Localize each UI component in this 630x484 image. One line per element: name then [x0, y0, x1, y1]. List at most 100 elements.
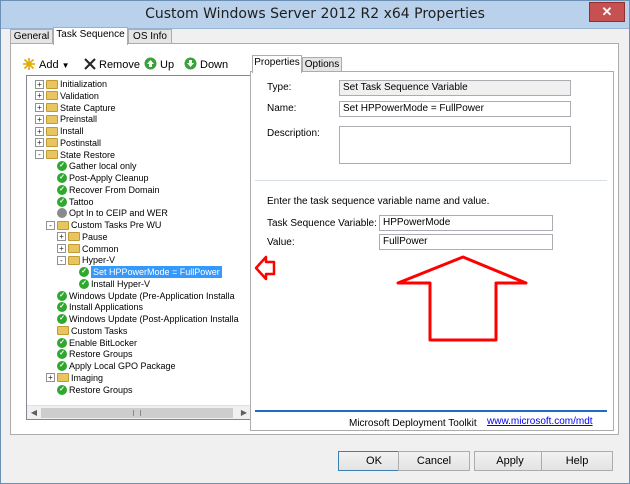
- tree-item[interactable]: ✓ Enable BitLocker: [57, 337, 137, 349]
- tree-item-label: Install Applications: [69, 302, 144, 313]
- value-label: Value:: [267, 237, 295, 248]
- expand-icon[interactable]: +: [46, 373, 55, 383]
- down-button[interactable]: Down: [184, 56, 228, 74]
- tree-item[interactable]: ✓ Windows Update (Post-Application Instal…: [57, 313, 239, 325]
- scrollbar-thumb[interactable]: [41, 408, 233, 418]
- scroll-right-icon[interactable]: ▶: [239, 408, 249, 418]
- tab-properties[interactable]: Properties: [252, 55, 302, 73]
- name-label: Name:: [267, 103, 297, 114]
- gear-icon: [57, 208, 67, 219]
- tree-item[interactable]: ✓ Install Hyper-V: [79, 278, 150, 290]
- check-icon: ✓: [57, 384, 67, 395]
- expand-icon[interactable]: +: [57, 244, 66, 253]
- window-title: Custom Windows Server 2012 R2 x64 Proper…: [145, 6, 485, 22]
- tree-item-label: Common: [82, 243, 119, 254]
- tree-item-label: Install Hyper-V: [91, 278, 151, 289]
- check-icon: ✓: [57, 314, 67, 324]
- check-icon: ✓: [57, 302, 67, 313]
- title-bar: Custom Windows Server 2012 R2 x64 Proper…: [1, 1, 629, 29]
- down-label: Down: [200, 59, 229, 71]
- tree-item[interactable]: ✓ Restore Groups: [57, 348, 133, 360]
- tree-item[interactable]: ✓ Set HPPowerMode = FullPower: [79, 266, 222, 278]
- tree-item-label: Recover From Domain: [69, 184, 160, 195]
- type-label: Type:: [267, 82, 292, 93]
- tree-item[interactable]: + Initialization: [35, 78, 107, 90]
- add-button[interactable]: Add ▼: [22, 56, 70, 74]
- tree-item[interactable]: ✓ Install Applications: [57, 301, 143, 313]
- tree-item[interactable]: + Imaging: [46, 372, 103, 384]
- tree-item[interactable]: + Postinstall: [35, 137, 101, 149]
- tree-item[interactable]: ✓ Recover From Domain: [57, 184, 160, 196]
- tab-task-sequence[interactable]: Task Sequence: [53, 27, 128, 45]
- remove-button[interactable]: Remove: [84, 56, 140, 74]
- expand-icon[interactable]: +: [35, 138, 44, 148]
- tree-item-label: Restore Groups: [69, 349, 133, 360]
- tree-item[interactable]: ✓ Post-Apply Cleanup: [57, 172, 149, 184]
- tree-item[interactable]: ✓ Restore Groups: [57, 384, 133, 396]
- type-field: Set Task Sequence Variable: [339, 80, 571, 96]
- tree-item[interactable]: + Validation: [35, 90, 99, 102]
- expand-icon[interactable]: +: [35, 114, 44, 124]
- tree-item-label: Postinstall: [60, 137, 102, 148]
- scrollbar-grip-icon: [133, 410, 141, 416]
- tree-item[interactable]: ✓ Tattoo: [57, 196, 94, 208]
- mdt-link[interactable]: www.microsoft.com/mdt: [487, 416, 593, 427]
- check-icon: ✓: [57, 161, 67, 172]
- remove-label: Remove: [99, 59, 140, 71]
- scroll-left-icon[interactable]: ◀: [29, 408, 39, 418]
- up-button[interactable]: Up: [144, 56, 174, 74]
- apply-button[interactable]: Apply: [474, 451, 546, 471]
- expand-icon[interactable]: +: [35, 126, 44, 136]
- variable-label: Task Sequence Variable:: [267, 218, 377, 229]
- expand-icon[interactable]: +: [35, 91, 44, 101]
- collapse-icon[interactable]: -: [57, 255, 66, 265]
- task-sequence-tree[interactable]: ◀ ▶ + Initialization + Validation + State Cap…: [26, 75, 252, 420]
- tree-item[interactable]: ✓ Apply Local GPO Package: [57, 360, 176, 372]
- check-icon: ✓: [57, 361, 67, 371]
- expand-icon[interactable]: +: [35, 79, 44, 89]
- tree-item-label: Imaging: [71, 372, 104, 383]
- value-input[interactable]: FullPower: [379, 234, 553, 250]
- folder-icon: [68, 255, 80, 265]
- check-icon: ✓: [57, 337, 67, 348]
- description-textarea[interactable]: [339, 126, 571, 164]
- tree-item[interactable]: + Install: [35, 125, 84, 137]
- close-button[interactable]: ✕: [589, 2, 625, 22]
- tree-item-label: Apply Local GPO Package: [69, 361, 176, 371]
- tree-item[interactable]: + Common: [57, 243, 119, 255]
- expand-icon[interactable]: +: [35, 103, 44, 112]
- tab-options[interactable]: Options: [302, 57, 342, 72]
- up-label: Up: [160, 59, 175, 71]
- tree-item[interactable]: + Pause: [57, 231, 108, 243]
- folder-icon: [57, 373, 69, 383]
- tree-item[interactable]: Custom Tasks: [57, 325, 127, 337]
- tree-item[interactable]: ✓ Gather local only: [57, 160, 137, 172]
- variable-input[interactable]: HPPowerMode: [379, 215, 553, 231]
- name-input[interactable]: Set HPPowerMode = FullPower: [339, 101, 571, 117]
- tree-item-label: Tattoo: [69, 196, 94, 207]
- expand-icon[interactable]: +: [57, 232, 66, 242]
- tree-item-label: Validation: [60, 90, 99, 101]
- tree-item[interactable]: + State Capture: [35, 102, 116, 114]
- cancel-button[interactable]: Cancel: [398, 451, 470, 471]
- add-label: Add: [39, 59, 59, 71]
- tree-item-label: Gather local only: [69, 161, 137, 172]
- tree-item[interactable]: - State Restore: [35, 149, 115, 161]
- collapse-icon[interactable]: -: [35, 150, 44, 159]
- instructions-text: Enter the task sequence variable name an…: [267, 196, 490, 207]
- collapse-icon[interactable]: -: [46, 220, 55, 230]
- tree-item[interactable]: Opt In to CEIP and WER: [57, 207, 168, 219]
- add-sparkle-icon: [22, 57, 36, 74]
- tab-os-info[interactable]: OS Info: [128, 29, 172, 44]
- help-button[interactable]: Help: [541, 451, 613, 471]
- down-arrow-icon: [184, 57, 197, 73]
- tab-general[interactable]: General: [10, 29, 53, 44]
- horizontal-scrollbar[interactable]: ◀ ▶: [27, 405, 251, 419]
- tree-item-label: Initialization: [60, 79, 108, 89]
- check-icon: ✓: [79, 278, 89, 289]
- tree-item[interactable]: - Hyper-V: [57, 254, 115, 266]
- tree-item[interactable]: - Custom Tasks Pre WU: [46, 219, 161, 231]
- folder-icon: [46, 91, 58, 101]
- tree-item[interactable]: + Preinstall: [35, 113, 97, 125]
- tree-item[interactable]: ✓ Windows Update (Pre-Application Install…: [57, 290, 235, 302]
